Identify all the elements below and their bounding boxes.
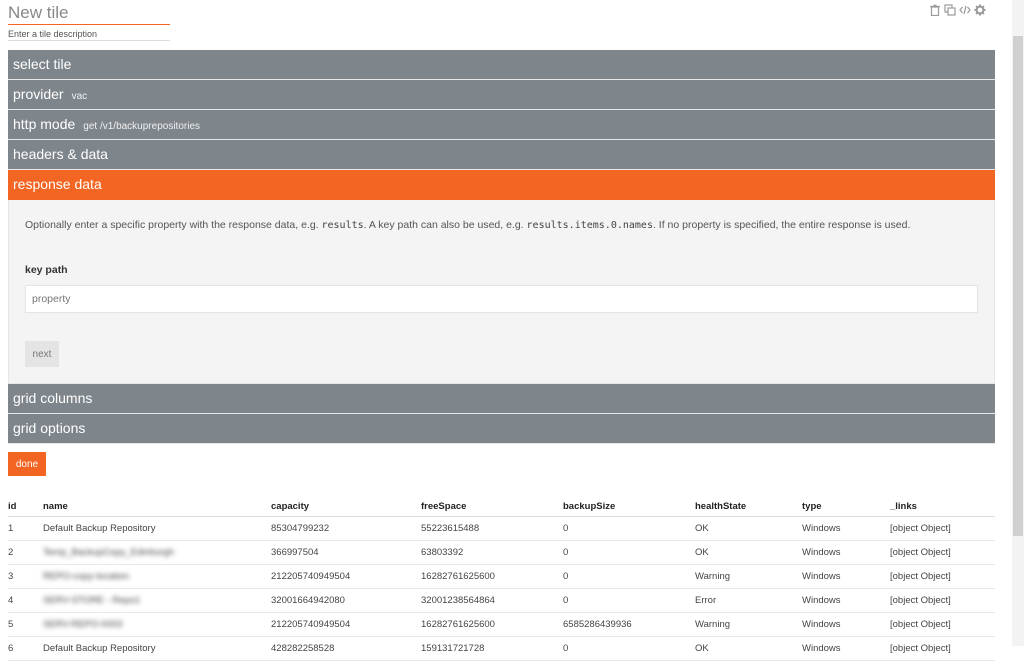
accordion-select-tile[interactable]: select tile	[8, 50, 995, 80]
column-header[interactable]: type	[802, 496, 890, 517]
http-mode-value: get /v1/backuprepositories	[83, 121, 200, 132]
key-path-input[interactable]	[25, 285, 978, 313]
table-cell: 16282761625600	[421, 612, 563, 637]
accordion-label: headers & data	[13, 146, 108, 162]
preview-grid: id name capacity freeSpace backupSize he…	[8, 496, 995, 661]
table-cell: OK	[695, 516, 802, 541]
accordion-grid-columns[interactable]: grid columns	[8, 384, 995, 414]
gear-icon[interactable]	[974, 4, 986, 16]
table-cell: 4	[8, 588, 43, 613]
accordion-label: grid options	[13, 420, 86, 436]
response-help-text: Optionally enter a specific property wit…	[25, 219, 911, 231]
table-cell: SERV-REPO-0003	[43, 612, 271, 637]
table-cell: 1	[8, 516, 43, 541]
table-cell: [object Object]	[890, 588, 995, 613]
tile-title-input[interactable]: New tile	[8, 2, 170, 25]
tile-description-input[interactable]: Enter a tile description	[8, 28, 170, 41]
table-cell: 159131721728	[421, 636, 563, 661]
accordion-label: response data	[13, 176, 102, 192]
next-button[interactable]: next	[25, 341, 59, 367]
table-cell: 0	[563, 540, 695, 565]
scrollbar-thumb[interactable]	[1013, 36, 1023, 536]
accordion-response-data[interactable]: response data	[8, 170, 995, 200]
table-cell: 3	[8, 564, 43, 589]
accordion-provider[interactable]: provider vac	[8, 80, 995, 110]
code-sample: results.items.0.names	[526, 220, 653, 231]
table-cell: OK	[695, 636, 802, 661]
table-cell: 428282258528	[271, 636, 421, 661]
column-header[interactable]: freeSpace	[421, 496, 563, 517]
table-cell: Windows	[802, 516, 890, 541]
table-cell: 0	[563, 588, 695, 613]
trash-icon[interactable]	[929, 4, 941, 16]
table-cell: [object Object]	[890, 516, 995, 541]
column-header[interactable]: _links	[890, 496, 995, 517]
table-cell: [object Object]	[890, 540, 995, 565]
table-row: 3 REPO-copy-location 212205740949504 162…	[8, 564, 995, 589]
done-button[interactable]: done	[8, 452, 46, 476]
table-cell: [object Object]	[890, 612, 995, 637]
table-cell: SERV-STORE - Repo1	[43, 588, 271, 613]
table-cell: Temp_BackupCopy_Edinburgh	[43, 540, 271, 565]
table-cell: 6585286439936	[563, 612, 695, 637]
grid-header-row: id name capacity freeSpace backupSize he…	[8, 496, 995, 517]
accordion-label: provider	[13, 86, 64, 102]
table-cell: Default Backup Repository	[43, 636, 271, 661]
accordion-headers-data[interactable]: headers & data	[8, 140, 995, 170]
table-cell: REPO-copy-location	[43, 564, 271, 589]
accordion-label: http mode	[13, 116, 76, 132]
table-cell: Default Backup Repository	[43, 516, 271, 541]
table-cell: 5	[8, 612, 43, 637]
table-cell: Windows	[802, 540, 890, 565]
table-cell: 212205740949504	[271, 612, 421, 637]
table-cell: 16282761625600	[421, 564, 563, 589]
table-cell: Error	[695, 588, 802, 613]
tile-config-accordion: select tile provider vac http mode get /v1…	[8, 50, 995, 444]
tile-toolbar	[929, 3, 986, 17]
table-cell: Warning	[695, 612, 802, 637]
table-cell: 2	[8, 540, 43, 565]
accordion-label: select tile	[13, 56, 72, 72]
table-row: 6 Default Backup Repository 428282258528…	[8, 636, 995, 661]
table-row: 5 SERV-REPO-0003 212205740949504 1628276…	[8, 612, 995, 637]
table-cell: 55223615488	[421, 516, 563, 541]
table-cell: [object Object]	[890, 636, 995, 661]
table-cell: 32001238564864	[421, 588, 563, 613]
table-row: 1 Default Backup Repository 85304799232 …	[8, 516, 995, 541]
accordion-http-mode[interactable]: http mode get /v1/backuprepositories	[8, 110, 995, 140]
table-cell: 0	[563, 516, 695, 541]
table-cell: 6	[8, 636, 43, 661]
accordion-grid-options[interactable]: grid options	[8, 414, 995, 444]
page-scrollbar[interactable]	[1012, 0, 1024, 646]
provider-value: vac	[71, 91, 88, 102]
accordion-label: grid columns	[13, 390, 93, 406]
column-header[interactable]: capacity	[271, 496, 421, 517]
copy-icon[interactable]	[944, 4, 956, 16]
column-header[interactable]: id	[8, 496, 43, 517]
table-row: 2 Temp_BackupCopy_Edinburgh 366997504 63…	[8, 540, 995, 565]
key-path-label: key path	[25, 264, 68, 276]
table-cell: Windows	[802, 612, 890, 637]
table-cell: 212205740949504	[271, 564, 421, 589]
table-cell: 0	[563, 564, 695, 589]
table-cell: 0	[563, 636, 695, 661]
column-header[interactable]: healthState	[695, 496, 802, 517]
column-header[interactable]: backupSize	[563, 496, 695, 517]
table-cell: Windows	[802, 636, 890, 661]
table-cell: 366997504	[271, 540, 421, 565]
code-sample: results	[321, 220, 364, 231]
table-cell: Windows	[802, 564, 890, 589]
table-cell: 32001664942080	[271, 588, 421, 613]
code-icon[interactable]	[959, 4, 971, 16]
table-row: 4 SERV-STORE - Repo1 32001664942080 3200…	[8, 588, 995, 613]
table-cell: 63803392	[421, 540, 563, 565]
table-cell: Windows	[802, 588, 890, 613]
response-data-panel: Optionally enter a specific property wit…	[8, 200, 995, 384]
table-cell: [object Object]	[890, 564, 995, 589]
table-cell: OK	[695, 540, 802, 565]
table-cell: 85304799232	[271, 516, 421, 541]
column-header[interactable]: name	[43, 496, 271, 517]
table-cell: Warning	[695, 564, 802, 589]
